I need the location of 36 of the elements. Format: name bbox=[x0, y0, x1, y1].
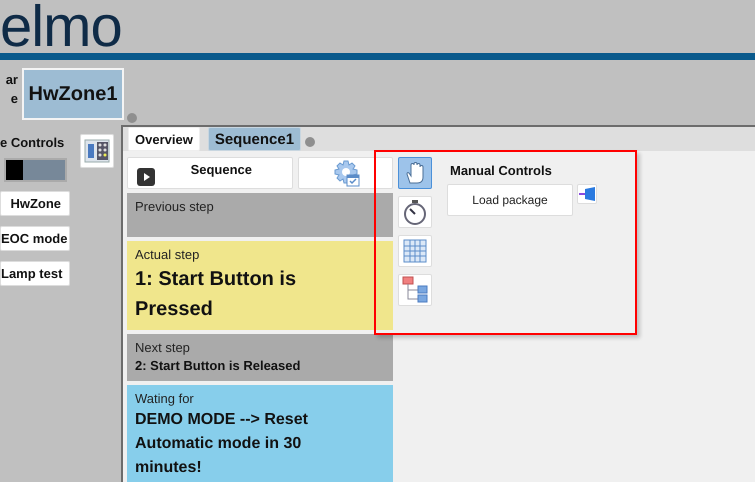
status-dot bbox=[305, 137, 316, 147]
status-dot bbox=[127, 113, 137, 123]
pin-icon bbox=[578, 187, 596, 201]
hand-icon bbox=[404, 161, 426, 185]
play-icon bbox=[137, 168, 155, 186]
zone-label: ar bbox=[6, 72, 18, 87]
load-package-button[interactable]: Load package bbox=[447, 184, 573, 216]
step-label: Wating for bbox=[135, 391, 195, 406]
panel-button[interactable] bbox=[80, 134, 114, 168]
control-button[interactable]: HwZone bbox=[0, 191, 70, 216]
manual-controls-title: Manual Controls bbox=[450, 163, 553, 178]
tab[interactable]: Overview bbox=[128, 127, 200, 151]
controls-title: e Controls bbox=[0, 135, 66, 150]
control-button[interactable]: Lamp test bbox=[0, 261, 70, 286]
settings-icon bbox=[332, 159, 360, 187]
step-label: Previous step bbox=[135, 199, 215, 214]
keypad-icon bbox=[84, 138, 110, 164]
zone-name: HwZone1 bbox=[22, 68, 124, 120]
pin-button[interactable] bbox=[577, 184, 597, 204]
stopwatch-icon bbox=[402, 199, 428, 225]
toggle-thumb[interactable] bbox=[6, 160, 23, 180]
sequence-button[interactable]: Sequence bbox=[127, 157, 293, 189]
logo: elmo bbox=[0, 0, 122, 53]
settings-button[interactable] bbox=[298, 157, 393, 189]
toggle-switch[interactable] bbox=[4, 158, 67, 182]
grid-icon bbox=[403, 239, 427, 263]
tool-button[interactable] bbox=[398, 157, 432, 189]
step-label: Next step bbox=[135, 340, 191, 355]
step-text: DEMO MODE --> Reset Automatic mode in 30 minutes! bbox=[135, 410, 309, 478]
step-label: Actual step bbox=[135, 247, 200, 262]
zone-label: e bbox=[10, 91, 18, 106]
tab[interactable]: Sequence1 bbox=[208, 127, 302, 151]
step-text: 2: Start Button is Released bbox=[135, 357, 302, 375]
control-button[interactable]: EOC mode bbox=[0, 226, 70, 251]
hierarchy-icon bbox=[402, 276, 428, 304]
step-text: 1: Start Button is Pressed bbox=[135, 267, 298, 322]
